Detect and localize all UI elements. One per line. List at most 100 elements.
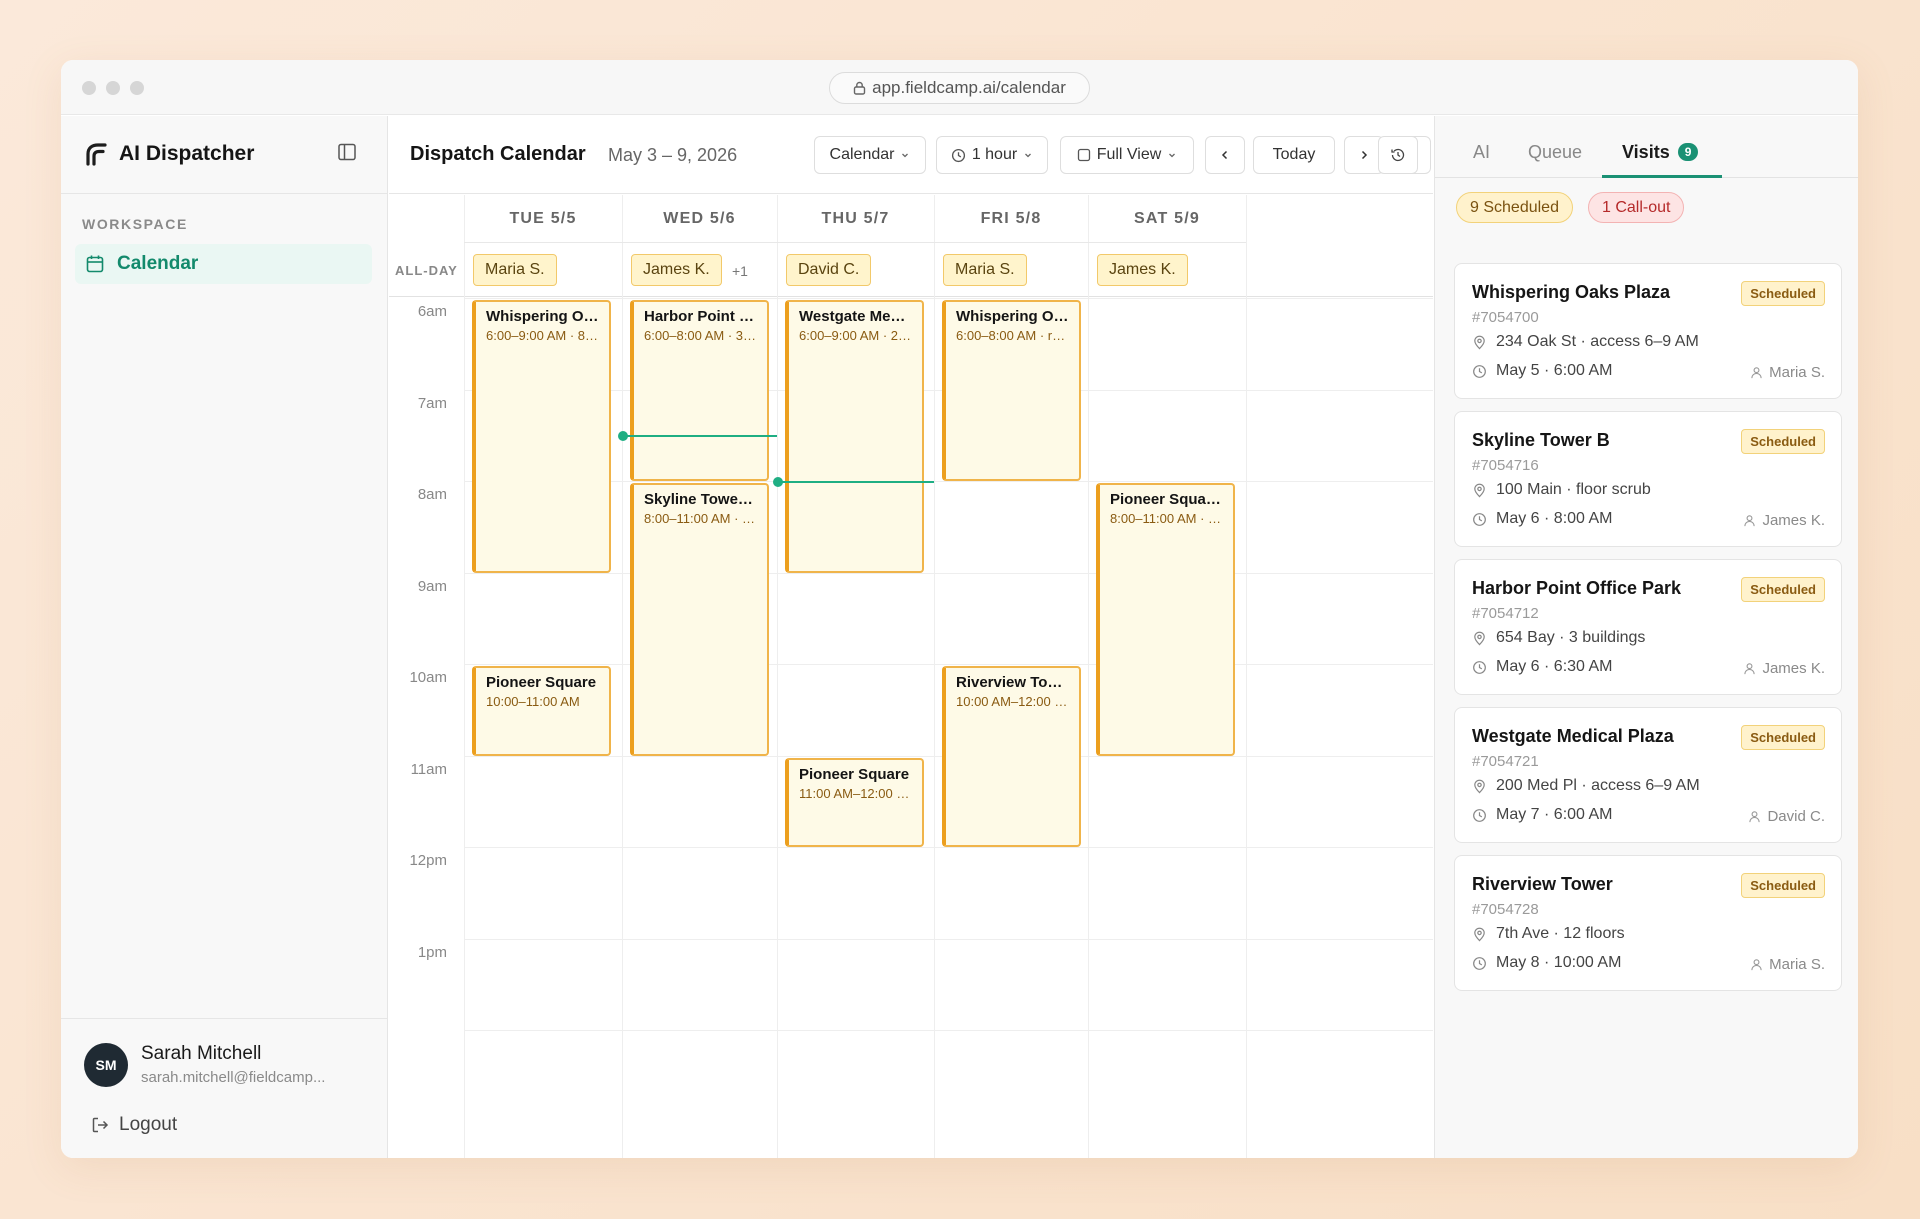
chevron-down-icon bbox=[1023, 150, 1033, 160]
visit-title: Westgate Medical Plaza bbox=[1472, 726, 1674, 746]
main-calendar: Dispatch Calendar May 3 – 9, 2026 Calend… bbox=[389, 116, 1433, 1158]
clock-icon bbox=[951, 148, 966, 163]
logout-button[interactable]: Logout bbox=[91, 1114, 177, 1136]
address-bar[interactable]: app.fieldcamp.ai/calendar bbox=[829, 72, 1090, 104]
visit-address: 100 Main · floor scrub bbox=[1472, 481, 1651, 499]
clock-icon bbox=[1472, 660, 1487, 675]
window-minimize-dot[interactable] bbox=[106, 81, 120, 95]
window-maximize-dot[interactable] bbox=[130, 81, 144, 95]
calendar-event[interactable]: Westgate Medical 6:00–9:00 AM · 2 floors bbox=[785, 300, 924, 573]
location-pin-icon bbox=[1472, 335, 1487, 350]
visit-datetime-text: May 8 · 10:00 AM bbox=[1496, 954, 1622, 971]
time-indicator-line bbox=[622, 435, 777, 438]
date-range: May 3 – 9, 2026 bbox=[608, 145, 738, 165]
sidebar-divider bbox=[61, 193, 387, 194]
brand[interactable]: AI Dispatcher bbox=[85, 142, 254, 166]
time-label: 11am bbox=[410, 760, 447, 778]
page-title: Dispatch Calendar bbox=[410, 143, 586, 165]
visit-card[interactable]: Riverview Tower Scheduled #7054728 7th Ave … bbox=[1454, 855, 1842, 991]
visits-panel: AI Queue Visits 9 9 Scheduled 1 Call-out W… bbox=[1434, 116, 1858, 1158]
calendar-event[interactable]: Whispering Oaks P... 6:00–9:00 AM · 8 flo… bbox=[472, 300, 611, 573]
visit-id: #7054728 bbox=[1472, 901, 1539, 918]
visits-count-badge: 9 bbox=[1677, 143, 1699, 161]
all-day-chip[interactable]: James K. bbox=[631, 254, 722, 286]
avatar[interactable]: SM bbox=[84, 1043, 128, 1087]
calendar-event[interactable]: Pioneer Square 11:00 AM–12:00 PM bbox=[785, 757, 924, 847]
assignee-name: James K. bbox=[1762, 660, 1825, 677]
location-pin-icon bbox=[1472, 483, 1487, 498]
checkbox-icon bbox=[1077, 148, 1091, 162]
calendar-event[interactable]: Whispering Oaks P... 6:00–8:00 AM · recur… bbox=[942, 300, 1081, 481]
sidebar-item-calendar[interactable]: Calendar bbox=[75, 244, 372, 284]
today-button[interactable]: Today bbox=[1253, 136, 1335, 174]
tab-queue[interactable]: Queue bbox=[1528, 142, 1582, 163]
calendar-event[interactable]: Skyline Tower B 8:00–11:00 AM · floor ... bbox=[630, 483, 769, 756]
filter-chip[interactable]: 1 Call-out bbox=[1588, 192, 1685, 223]
visit-datetime: May 8 · 10:00 AM bbox=[1472, 954, 1621, 972]
mode-select[interactable]: Full View bbox=[1060, 136, 1194, 174]
calendar-event[interactable]: Harbor Point Office 6:00–8:00 AM · 3 buil… bbox=[630, 300, 769, 481]
calendar-toolbar: Dispatch Calendar May 3 – 9, 2026 Calend… bbox=[389, 116, 1433, 194]
visit-datetime: May 6 · 6:30 AM bbox=[1472, 658, 1613, 676]
visit-card[interactable]: Harbor Point Office Park Scheduled #705471… bbox=[1454, 559, 1842, 695]
visit-datetime: May 7 · 6:00 AM bbox=[1472, 806, 1613, 824]
user-name: Sarah Mitchell bbox=[141, 1043, 262, 1064]
visit-id: #7054700 bbox=[1472, 309, 1539, 326]
all-day-row: ALL-DAY Maria S. James K. +1 David C. Maria … bbox=[389, 243, 1433, 297]
tab-ai[interactable]: AI bbox=[1473, 142, 1490, 163]
calendar-event[interactable]: Pioneer Square Off... 8:00–11:00 AM · pos… bbox=[1096, 483, 1235, 756]
day-header: SAT 5/9 bbox=[1088, 195, 1246, 243]
tab-visits[interactable]: Visits 9 bbox=[1622, 142, 1699, 163]
event-time: 10:00–11:00 AM bbox=[486, 694, 580, 709]
visit-card[interactable]: Whispering Oaks Plaza Scheduled #7054700 23… bbox=[1454, 263, 1842, 399]
day-header: THU 5/7 bbox=[777, 195, 934, 243]
visit-datetime: May 5 · 6:00 AM bbox=[1472, 362, 1613, 380]
visit-address: 234 Oak St · access 6–9 AM bbox=[1472, 333, 1699, 351]
more-events-count[interactable]: +1 bbox=[732, 263, 748, 279]
visit-address: 654 Bay · 3 buildings bbox=[1472, 629, 1645, 647]
all-day-chip[interactable]: Maria S. bbox=[943, 254, 1027, 286]
hour-gridline bbox=[464, 847, 1433, 848]
chevron-down-icon bbox=[1167, 150, 1177, 160]
hour-gridline bbox=[464, 664, 1433, 665]
history-button[interactable] bbox=[1378, 136, 1418, 174]
calendar-grid: ALL-DAY Maria S. James K. +1 David C. Maria … bbox=[389, 195, 1433, 1158]
view-select[interactable]: Calendar bbox=[814, 136, 926, 174]
visit-datetime-text: May 6 · 8:00 AM bbox=[1496, 510, 1613, 527]
visit-address-text: 200 Med Pl · access 6–9 AM bbox=[1496, 777, 1700, 794]
clock-icon bbox=[1472, 364, 1487, 379]
interval-select[interactable]: 1 hour bbox=[936, 136, 1048, 174]
all-day-chip[interactable]: James K. bbox=[1097, 254, 1188, 286]
visit-address-text: 100 Main · floor scrub bbox=[1496, 481, 1651, 498]
clock-icon bbox=[1472, 808, 1487, 823]
visit-card[interactable]: Skyline Tower B Scheduled #7054716 100 Main… bbox=[1454, 411, 1842, 547]
calendar-event[interactable]: Riverview Tower 10:00 AM–12:00 PM bbox=[942, 666, 1081, 847]
day-header: FRI 5/8 bbox=[934, 195, 1088, 243]
event-time: 6:00–9:00 AM · 2 floors bbox=[799, 328, 912, 343]
time-label: 7am bbox=[417, 394, 447, 412]
all-day-chip[interactable]: Maria S. bbox=[473, 254, 557, 286]
panel-tabs: AI Queue Visits 9 bbox=[1435, 116, 1858, 178]
visit-card[interactable]: Westgate Medical Plaza Scheduled #7054721 2… bbox=[1454, 707, 1842, 843]
event-title: Riverview Tower bbox=[956, 674, 1069, 691]
filter-chip[interactable]: 9 Scheduled bbox=[1456, 192, 1573, 223]
calendar-event[interactable]: Pioneer Square 10:00–11:00 AM bbox=[472, 666, 611, 756]
visit-datetime-text: May 5 · 6:00 AM bbox=[1496, 362, 1613, 379]
window-close-dot[interactable] bbox=[82, 81, 96, 95]
sidebar-toggle-icon[interactable] bbox=[337, 142, 357, 162]
event-title: Pioneer Square Off... bbox=[1110, 491, 1223, 508]
assignee-name: Maria S. bbox=[1769, 956, 1825, 973]
event-time: 8:00–11:00 AM · floor ... bbox=[644, 511, 757, 526]
browser-titlebar: app.fieldcamp.ai/calendar bbox=[61, 60, 1858, 115]
prev-week-button[interactable] bbox=[1205, 136, 1245, 174]
all-day-chip[interactable]: David C. bbox=[786, 254, 872, 286]
column-divider bbox=[1088, 195, 1089, 1158]
event-title: Skyline Tower B bbox=[644, 491, 757, 508]
active-tab-indicator bbox=[1602, 175, 1722, 178]
visit-assignee: Maria S. bbox=[1750, 956, 1825, 973]
event-time: 6:00–8:00 AM · recurr... bbox=[956, 328, 1069, 343]
visit-title: Riverview Tower bbox=[1472, 874, 1613, 894]
column-divider bbox=[622, 195, 623, 1158]
logout-icon bbox=[91, 1116, 109, 1134]
tab-visits-label: Visits bbox=[1622, 142, 1670, 162]
